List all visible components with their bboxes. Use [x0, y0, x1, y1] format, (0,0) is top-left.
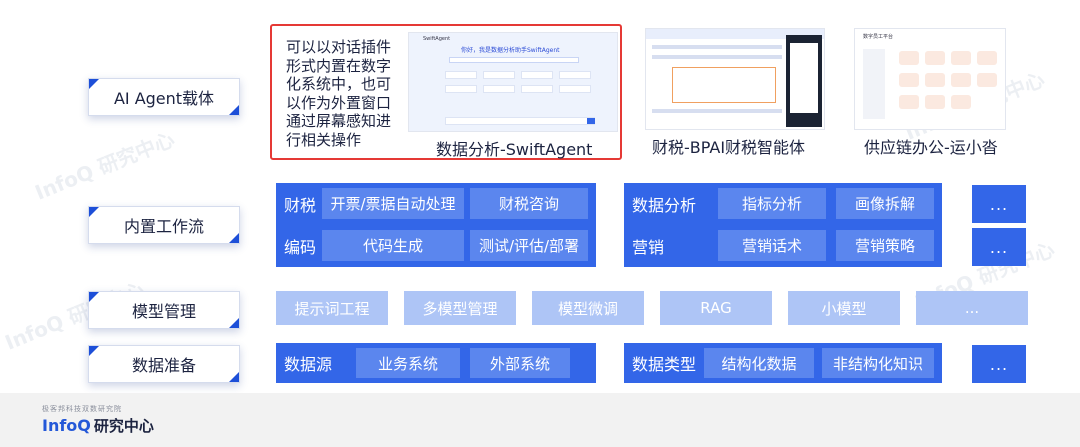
watermark: InfoQ 研究中心 — [31, 127, 178, 205]
description-line: 可以以对话插件 — [286, 38, 392, 56]
data-panel-right: 数据类型 结构化数据 非结构化知识 — [624, 343, 942, 383]
footer-subtitle: 极客邦科技双数研究院 — [42, 405, 122, 413]
chip-business-system[interactable]: 业务系统 — [356, 348, 460, 378]
chip-rag[interactable]: RAG — [660, 291, 772, 325]
row-label-workflow: 内置工作流 — [88, 206, 240, 244]
bpai-screenshot — [645, 28, 825, 130]
supply-screenshot: 数字员工平台 — [854, 28, 1006, 130]
bpai-caption: 财税-BPAI财税智能体 — [652, 138, 806, 157]
footer-brand: InfoQ — [42, 416, 91, 435]
workflow-more-2[interactable]: ... — [972, 228, 1026, 266]
chip-invoice-processing[interactable]: 开票/票据自动处理 — [322, 188, 464, 219]
description-line: 以作为外置窗口 — [286, 93, 392, 112]
supply-window-title: 数字员工平台 — [863, 34, 894, 40]
row-label-model-mgmt: 模型管理 — [88, 291, 240, 329]
workflow-title-marketing: 营销 — [632, 238, 665, 257]
data-title-source: 数据源 — [284, 355, 333, 374]
swift-window-heading: 你好，我是数据分析助手SwiftAgent — [461, 47, 560, 54]
footer: 极客邦科技双数研究院 InfoQ 研究中心 — [0, 393, 1080, 447]
chip-marketing-script[interactable]: 营销话术 — [718, 230, 826, 261]
supply-caption: 供应链办公-运小沓 — [864, 138, 998, 157]
chip-model-more[interactable]: ... — [916, 291, 1028, 325]
chip-structured-data[interactable]: 结构化数据 — [704, 348, 814, 378]
swiftagent-caption: 数据分析-SwiftAgent — [436, 140, 593, 159]
chip-code-generation[interactable]: 代码生成 — [322, 230, 464, 261]
workflow-panel-right: 数据分析 指标分析 画像拆解 营销 营销话术 营销策略 — [624, 183, 942, 267]
chip-test-deploy[interactable]: 测试/评估/部署 — [470, 230, 588, 261]
workflow-title-data-analysis: 数据分析 — [632, 196, 697, 215]
chip-fine-tuning[interactable]: 模型微调 — [532, 291, 644, 325]
chip-prompt-engineering[interactable]: 提示词工程 — [276, 291, 388, 325]
description-line: 通过屏幕感知进 — [286, 112, 392, 130]
data-more[interactable]: ... — [972, 345, 1026, 383]
row-label-text: 内置工作流 — [123, 217, 204, 236]
workflow-panel-left: 财税 开票/票据自动处理 财税咨询 编码 代码生成 测试/评估/部署 — [276, 183, 596, 267]
row-label-agent-carrier: AI Agent载体 — [88, 78, 240, 116]
chip-profile-breakdown[interactable]: 画像拆解 — [836, 188, 934, 219]
description-line: 化系统中，也可 — [286, 75, 392, 93]
chip-small-model[interactable]: 小模型 — [788, 291, 900, 325]
footer-brand-cn: 研究中心 — [93, 417, 154, 435]
row-label-data-prep: 数据准备 — [88, 345, 240, 383]
chip-marketing-strategy[interactable]: 营销策略 — [836, 230, 934, 261]
chip-unstructured-knowledge[interactable]: 非结构化知识 — [822, 348, 934, 378]
data-panel-left: 数据源 业务系统 外部系统 — [276, 343, 596, 383]
swiftagent-screenshot: SwiftAgent 你好，我是数据分析助手SwiftAgent — [408, 32, 618, 132]
description-line: 形式内置在数字 — [286, 56, 392, 75]
description-line: 行相关操作 — [286, 130, 362, 149]
chip-finance-consulting[interactable]: 财税咨询 — [470, 188, 588, 219]
swift-window-title: SwiftAgent — [423, 36, 451, 42]
carrier-description: 可以以对话插件 形式内置在数字 化系统中，也可 以作为外置窗口 通过屏幕感知进 … — [286, 38, 416, 149]
workflow-title-coding: 编码 — [284, 238, 317, 257]
workflow-title-finance: 财税 — [284, 196, 317, 215]
data-title-type: 数据类型 — [632, 355, 697, 374]
chip-external-system[interactable]: 外部系统 — [470, 348, 570, 378]
chip-metric-analysis[interactable]: 指标分析 — [718, 188, 826, 219]
workflow-more-1[interactable]: ... — [972, 185, 1026, 223]
row-label-text: AI Agent载体 — [113, 89, 215, 108]
footer-logo: InfoQ 研究中心 — [42, 415, 154, 436]
row-label-text: 数据准备 — [131, 356, 196, 375]
row-label-text: 模型管理 — [131, 302, 196, 321]
swiftagent-card[interactable]: 可以以对话插件 形式内置在数字 化系统中，也可 以作为外置窗口 通过屏幕感知进 … — [270, 24, 622, 160]
chip-multi-model[interactable]: 多模型管理 — [404, 291, 516, 325]
